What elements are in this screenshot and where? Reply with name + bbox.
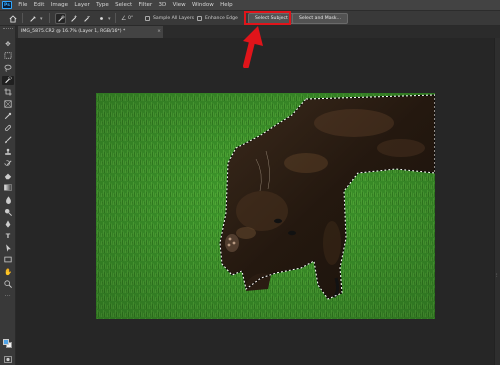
zoom-tool-icon[interactable] bbox=[2, 280, 14, 289]
sample-all-layers-checkbox[interactable] bbox=[145, 16, 150, 21]
document-tab-title: IMG_5875.CR2 @ 16.7% (Layer 1, RGB/16*) … bbox=[21, 29, 126, 34]
brush-tool-icon[interactable] bbox=[2, 136, 14, 145]
menu-layer[interactable]: Layer bbox=[71, 2, 93, 8]
panel-grip[interactable] bbox=[3, 28, 13, 30]
eraser-tool-icon[interactable] bbox=[2, 172, 14, 181]
eyedropper-tool-icon[interactable] bbox=[2, 112, 14, 121]
path-selection-tool-icon[interactable] bbox=[2, 244, 14, 253]
menu-filter[interactable]: Filter bbox=[135, 2, 155, 8]
dodge-tool-icon[interactable] bbox=[2, 208, 14, 217]
menu-select[interactable]: Select bbox=[112, 2, 135, 8]
close-tab-icon[interactable]: × bbox=[157, 26, 161, 38]
document-image[interactable] bbox=[96, 93, 435, 319]
rectangle-tool-icon[interactable] bbox=[2, 256, 14, 265]
sample-all-layers-label: Sample All Layers bbox=[153, 16, 195, 21]
enhance-edge-label: Enhance Edge bbox=[205, 16, 238, 21]
menu-3d[interactable]: 3D bbox=[155, 2, 169, 8]
photoshop-logo: Ps bbox=[2, 1, 12, 9]
menu-window[interactable]: Window bbox=[189, 2, 217, 8]
separator bbox=[115, 13, 116, 23]
foreground-color-swatch[interactable] bbox=[3, 339, 9, 345]
menu-help[interactable]: Help bbox=[217, 2, 236, 8]
move-tool-icon[interactable]: ✥ bbox=[2, 40, 14, 49]
menu-type[interactable]: Type bbox=[93, 2, 112, 8]
chevron-down-icon[interactable]: ▾ bbox=[108, 11, 111, 26]
quick-mask-icon[interactable] bbox=[2, 356, 14, 365]
panel-collapse-icon[interactable]: ⁝ bbox=[496, 273, 498, 279]
menu-bar: Ps File Edit Image Layer Type Select Fil… bbox=[0, 0, 500, 10]
home-icon[interactable] bbox=[7, 13, 18, 24]
document-tab[interactable]: IMG_5875.CR2 @ 16.7% (Layer 1, RGB/16*) … bbox=[18, 26, 163, 38]
tool-preset-brush-icon[interactable] bbox=[27, 13, 38, 24]
separator bbox=[22, 13, 23, 23]
clone-stamp-tool-icon[interactable] bbox=[2, 148, 14, 157]
history-brush-tool-icon[interactable] bbox=[2, 160, 14, 169]
brush-size-icon[interactable] bbox=[96, 13, 107, 24]
chevron-down-icon[interactable]: ▾ bbox=[40, 11, 43, 26]
menu-image[interactable]: Image bbox=[48, 2, 72, 8]
select-and-mask-button[interactable]: Select and Mask... bbox=[292, 13, 348, 24]
lasso-tool-icon[interactable] bbox=[2, 64, 14, 73]
marquee-tool-icon[interactable] bbox=[2, 52, 14, 61]
healing-brush-tool-icon[interactable] bbox=[2, 124, 14, 133]
menu-view[interactable]: View bbox=[169, 2, 188, 8]
menu-file[interactable]: File bbox=[15, 2, 31, 8]
pen-tool-icon[interactable] bbox=[2, 220, 14, 229]
new-selection-brush-icon[interactable] bbox=[55, 13, 66, 24]
blur-tool-icon[interactable] bbox=[2, 196, 14, 205]
subtract-from-selection-brush-icon[interactable] bbox=[81, 13, 92, 24]
hand-tool-icon[interactable]: ✋ bbox=[2, 268, 14, 277]
separator bbox=[49, 13, 50, 23]
angle-value[interactable]: 0° bbox=[128, 11, 133, 26]
select-subject-highlight bbox=[244, 11, 291, 25]
add-to-selection-brush-icon[interactable] bbox=[68, 13, 79, 24]
quick-selection-tool-icon[interactable] bbox=[2, 76, 14, 85]
menu-edit[interactable]: Edit bbox=[31, 2, 48, 8]
frame-tool-icon[interactable] bbox=[2, 100, 14, 109]
angle-icon: ∠ bbox=[121, 15, 127, 22]
tools-panel: ✥ T ✋ ··· bbox=[0, 26, 16, 365]
crop-tool-icon[interactable] bbox=[2, 88, 14, 97]
right-panel-edge: ⁝ bbox=[494, 38, 500, 365]
more-tools-icon[interactable]: ··· bbox=[2, 292, 14, 301]
type-tool-icon[interactable]: T bbox=[2, 232, 14, 241]
gradient-tool-icon[interactable] bbox=[2, 184, 14, 193]
enhance-edge-checkbox[interactable] bbox=[197, 16, 202, 21]
red-arrow-annotation bbox=[243, 26, 263, 68]
